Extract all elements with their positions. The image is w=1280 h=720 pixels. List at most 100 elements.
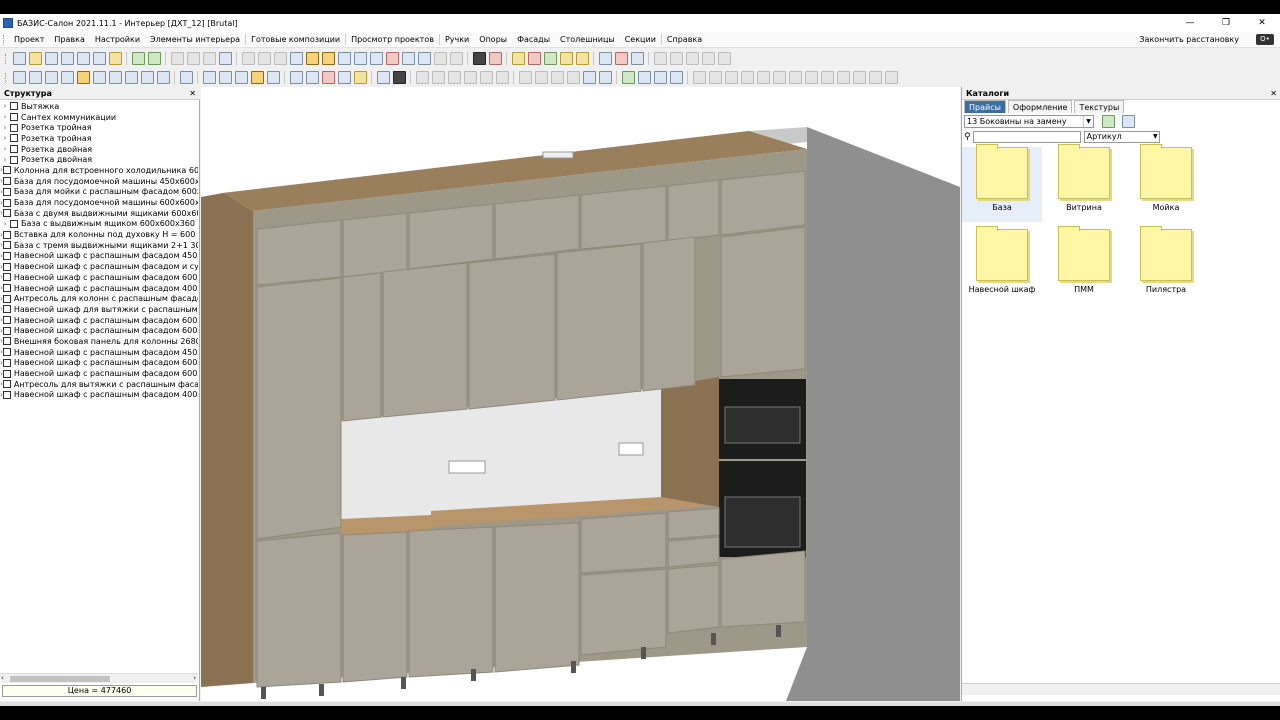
tree-item[interactable]: › База для посудомоечной машины 600х600х: [0, 197, 198, 208]
tree-item[interactable]: › Навесной шкаф с распашным фасадом 400х: [0, 390, 198, 401]
menu-worktops[interactable]: Столешницы: [555, 35, 620, 44]
socket-double[interactable]: [618, 442, 644, 456]
tree-item[interactable]: › Навесной шкаф с распашным фасадом и суш: [0, 261, 198, 272]
menu-ready-compositions[interactable]: Готовые композиции: [246, 35, 345, 44]
menu-interior-elements[interactable]: Элементы интерьера: [145, 35, 245, 44]
grid-view-icon[interactable]: [305, 52, 319, 65]
facade-upper-4[interactable]: [494, 194, 580, 260]
facade-column-lower[interactable]: [720, 550, 806, 628]
facade-base-1[interactable]: [256, 532, 342, 688]
tab-prices[interactable]: Прайсы: [964, 100, 1006, 113]
pattern-icon[interactable]: [582, 71, 596, 84]
menu-project[interactable]: Проект: [9, 35, 49, 44]
view-front-icon[interactable]: [60, 71, 74, 84]
tree-item[interactable]: › Навесной шкаф с распашным фасадом 600х: [0, 272, 198, 283]
settings-icon[interactable]: [433, 52, 447, 65]
move-icon[interactable]: [463, 71, 477, 84]
close-icon[interactable]: ✕: [1270, 87, 1277, 100]
frame-icon[interactable]: [598, 71, 612, 84]
facade-upper-3[interactable]: [408, 203, 494, 270]
tree-item[interactable]: › Антресоль для колонн с распашным фасадо: [0, 293, 198, 304]
menu-handles[interactable]: Ручки: [440, 35, 474, 44]
view-back-icon[interactable]: [140, 71, 154, 84]
pencil-icon[interactable]: [559, 52, 573, 65]
align-bottom-icon[interactable]: [772, 71, 786, 84]
search-field-select[interactable]: Артикул ▼: [1083, 131, 1160, 143]
menu-supports[interactable]: Опоры: [474, 35, 512, 44]
tree-item[interactable]: › Антресоль для вытяжки с распашным фасад: [0, 379, 198, 390]
same-width-icon[interactable]: [820, 71, 834, 84]
expand-icon[interactable]: ›: [0, 113, 10, 121]
report-icon[interactable]: [337, 52, 351, 65]
rotate-left-icon[interactable]: [431, 71, 445, 84]
zoom-out-icon[interactable]: [44, 71, 58, 84]
tree-item[interactable]: › База для посудомоечной машины 450х600х: [0, 176, 198, 187]
facade-column-upper[interactable]: [720, 226, 806, 378]
facade-wall-3[interactable]: [468, 253, 556, 410]
finish-placement-button[interactable]: Закончить расстановку: [1134, 35, 1244, 44]
tree-item[interactable]: › База с тремя выдвижными ящиками 2+1 300: [0, 240, 198, 251]
align-top-icon[interactable]: [740, 71, 754, 84]
minimize-button[interactable]: —: [1172, 14, 1208, 32]
lock-icon[interactable]: [669, 52, 683, 65]
menu-help[interactable]: Справка: [662, 35, 707, 44]
preview-icon[interactable]: [76, 52, 90, 65]
grid-snap-icon[interactable]: [884, 71, 898, 84]
align-left-icon[interactable]: [692, 71, 706, 84]
tree-item[interactable]: › Вставка для колонны под духовку Н = 600…: [0, 229, 198, 240]
texture-icon[interactable]: [511, 52, 525, 65]
facade-base-4[interactable]: [494, 522, 580, 673]
edit-icon[interactable]: [637, 71, 651, 84]
close-window-button[interactable]: ✕: [1244, 14, 1280, 32]
tree-item[interactable]: › Навесной шкаф с распашным фасадом 450х: [0, 251, 198, 262]
tree-item[interactable]: › Навесной шкаф для вытяжки с распашным ф: [0, 304, 198, 315]
undo-icon[interactable]: [131, 52, 145, 65]
search-input[interactable]: [972, 131, 1081, 143]
home-icon[interactable]: [108, 52, 122, 65]
facade-drawer-3[interactable]: [667, 507, 720, 540]
table-icon[interactable]: [598, 52, 612, 65]
eraser-icon[interactable]: [575, 52, 589, 65]
align-icon[interactable]: [550, 71, 564, 84]
flip-icon[interactable]: [534, 71, 548, 84]
align-right-icon[interactable]: [724, 71, 738, 84]
tree-item[interactable]: › База для мойки с распашным фасадом 600х: [0, 187, 198, 198]
3d-viewport[interactable]: [201, 87, 960, 701]
shaded-icon[interactable]: [305, 71, 319, 84]
globe-icon[interactable]: [653, 52, 667, 65]
hand-icon[interactable]: [518, 71, 532, 84]
camera-icon[interactable]: [179, 71, 193, 84]
box-front-icon[interactable]: [202, 71, 216, 84]
gear-icon[interactable]: [337, 71, 351, 84]
tree-item[interactable]: › Розетка двойная: [0, 154, 198, 165]
box-iso-icon[interactable]: [250, 71, 264, 84]
print-icon[interactable]: [92, 52, 106, 65]
save-icon[interactable]: [44, 52, 58, 65]
catalog-select[interactable]: 13 Боковины на замену ▼: [964, 115, 1094, 128]
facade-base-3[interactable]: [408, 526, 494, 678]
expand-icon[interactable]: ›: [0, 124, 10, 132]
handle-icon[interactable]: [669, 71, 683, 84]
facade-drawer-4[interactable]: [667, 536, 720, 568]
menu-sections[interactable]: Секции: [620, 35, 661, 44]
redo-icon[interactable]: [147, 52, 161, 65]
facade-base-2[interactable]: [342, 531, 408, 683]
pipe-icon[interactable]: [543, 52, 557, 65]
estimate-icon[interactable]: [401, 52, 415, 65]
document-icon[interactable]: [289, 52, 303, 65]
facade-drawer-5[interactable]: [667, 564, 720, 634]
tree-item[interactable]: › Вытяжка: [0, 101, 198, 112]
expand-icon[interactable]: ›: [0, 220, 10, 228]
tree-item[interactable]: › Внешняя боковая панель для колонны 2680: [0, 336, 198, 347]
expand-icon[interactable]: ›: [0, 156, 10, 164]
facade-upper-5[interactable]: [580, 185, 667, 250]
tree-item[interactable]: › База с выдвижным ящиком 600х600х360: [0, 219, 198, 230]
facade-wall-4[interactable]: [556, 243, 642, 401]
scroll-right-icon[interactable]: ›: [193, 674, 196, 682]
facade-upper-2[interactable]: [342, 212, 408, 278]
tab-textures[interactable]: Текстуры: [1074, 100, 1125, 113]
align-center-icon[interactable]: [708, 71, 722, 84]
ruler-icon[interactable]: [614, 52, 628, 65]
kitchen-3d-scene[interactable]: [201, 87, 960, 701]
arrange-icon[interactable]: [621, 71, 635, 84]
